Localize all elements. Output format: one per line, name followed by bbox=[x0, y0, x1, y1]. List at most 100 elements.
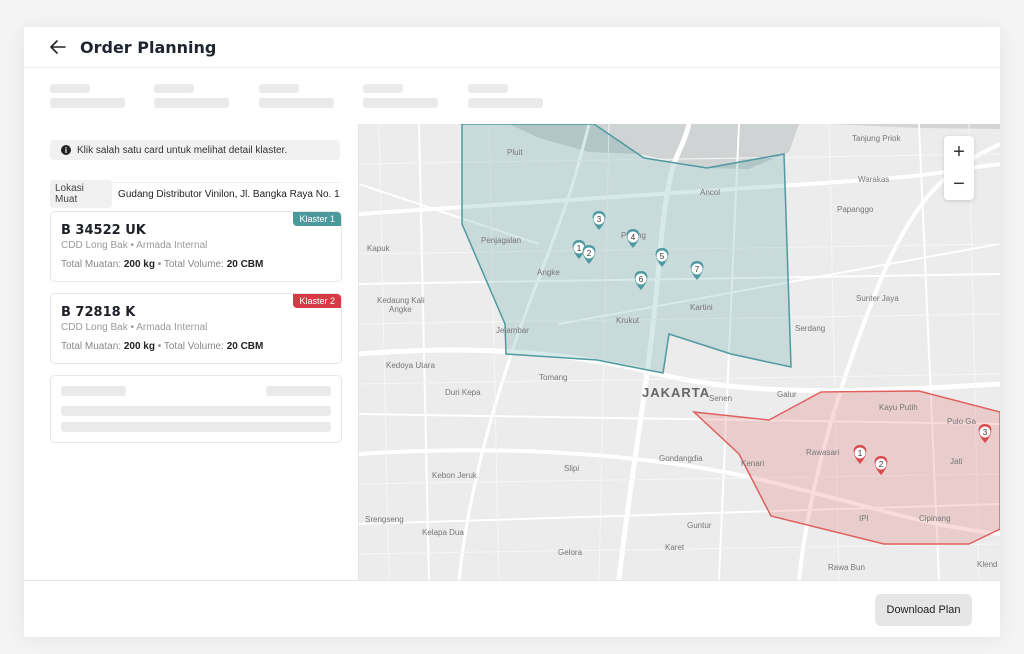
map-label: Gelora bbox=[558, 548, 583, 557]
skeleton-value bbox=[259, 98, 334, 108]
location-value: Gudang Distributor Vinilon, Jl. Bangka R… bbox=[118, 188, 340, 200]
stats-skeleton bbox=[24, 68, 1000, 125]
total-muatan-label: Total Muatan: bbox=[61, 259, 122, 270]
map-label: Jati bbox=[950, 457, 963, 466]
zoom-control: + − bbox=[944, 136, 974, 200]
marker-number: 5 bbox=[660, 252, 665, 261]
vehicle-plate: B 72818 K bbox=[61, 305, 136, 320]
map-label: Kartini bbox=[690, 303, 713, 312]
skeleton-label bbox=[468, 84, 508, 93]
map-label: Guntur bbox=[687, 521, 712, 530]
cluster-card-1[interactable]: B 34522 UK CDD Long Bak • Armada Interna… bbox=[50, 211, 342, 282]
info-text: Klik salah satu card untuk melihat detai… bbox=[77, 144, 288, 156]
cluster-card-2[interactable]: B 72818 K CDD Long Bak • Armada Internal… bbox=[50, 293, 342, 364]
total-volume-value: 20 CBM bbox=[226, 341, 264, 352]
skeleton-line bbox=[266, 386, 331, 396]
map-label: Jelambar bbox=[496, 326, 529, 335]
map-label: Kedoya Utara bbox=[386, 361, 435, 370]
skeleton-label bbox=[363, 84, 403, 93]
total-volume-value: 20 CBM bbox=[226, 259, 264, 270]
cluster-sidebar: i Klik salah satu card untuk melihat det… bbox=[24, 124, 359, 580]
load-summary: Total Muatan: 200 kg • Total Volume: 20 … bbox=[61, 259, 263, 270]
total-muatan-value: 200 kg bbox=[123, 259, 155, 270]
map-canvas[interactable]: Tanjung Priok Pluit Warakas Ancol Papang… bbox=[359, 124, 1000, 580]
total-volume-label: Total Volume: bbox=[163, 259, 224, 270]
map-label: Srengseng bbox=[365, 515, 404, 524]
marker-number: 3 bbox=[983, 428, 988, 437]
map-label: Senen bbox=[709, 394, 732, 403]
map-label: Rawa Bun bbox=[828, 563, 865, 572]
skeleton-value bbox=[154, 98, 229, 108]
skeleton-line bbox=[61, 422, 331, 432]
download-plan-button[interactable]: Download Plan bbox=[875, 594, 972, 626]
loading-location: Lokasi Muat Gudang Distributor Vinilon, … bbox=[50, 180, 340, 208]
map-label: Klend bbox=[977, 560, 997, 569]
map-label: Karet bbox=[665, 543, 685, 552]
skeleton-card bbox=[50, 375, 342, 443]
marker-number: 1 bbox=[858, 449, 863, 458]
map-label: Kayu Putih bbox=[879, 403, 918, 412]
page-title: Order Planning bbox=[80, 37, 217, 57]
map-label: Angke bbox=[537, 268, 560, 277]
marker-number: 1 bbox=[577, 244, 582, 253]
skeleton-label bbox=[50, 84, 90, 93]
zoom-out-button[interactable]: − bbox=[944, 168, 974, 200]
vehicle-type: CDD Long Bak • Armada Internal bbox=[61, 240, 208, 251]
cluster-1-area bbox=[461, 124, 792, 374]
map-label: Rawasari bbox=[806, 448, 840, 457]
map-label: Galur bbox=[777, 390, 797, 399]
map-label: Duri Kepa bbox=[445, 388, 481, 397]
map-label: Warakas bbox=[858, 175, 889, 184]
cluster-2-area bbox=[691, 390, 1000, 545]
map-label: Sunter Jaya bbox=[856, 294, 899, 303]
info-banner: i Klik salah satu card untuk melihat det… bbox=[50, 140, 340, 160]
cluster-badge: Klaster 2 bbox=[293, 294, 341, 308]
skeleton-line bbox=[61, 406, 331, 416]
map-label: Ancol bbox=[700, 188, 720, 197]
map-label: Kedaung Kali bbox=[377, 296, 425, 305]
skeleton-line bbox=[61, 386, 126, 396]
info-icon: i bbox=[61, 145, 71, 155]
map-label: Kapuk bbox=[367, 244, 391, 253]
total-muatan-value: 200 kg bbox=[123, 341, 155, 352]
map-label: Papanggo bbox=[837, 205, 874, 214]
map-label: Gondangdia bbox=[659, 454, 703, 463]
map-label: Tanjung Priok bbox=[852, 134, 901, 143]
app-window: Order Planning i Klik salah satu card un… bbox=[24, 27, 1000, 637]
map-label: Kelapa Dua bbox=[422, 528, 464, 537]
marker-number: 2 bbox=[587, 249, 592, 258]
skeleton-value bbox=[50, 98, 125, 108]
map-label: Slipi bbox=[564, 464, 579, 473]
map-label: Pulo Ga bbox=[947, 417, 976, 426]
marker-number: 7 bbox=[695, 265, 700, 274]
load-summary: Total Muatan: 200 kg • Total Volume: 20 … bbox=[61, 341, 263, 352]
map-label: Kenari bbox=[741, 459, 764, 468]
map-label: Krukut bbox=[616, 316, 640, 325]
map-label: Pluit bbox=[507, 148, 523, 157]
map-label: Serdang bbox=[795, 324, 825, 333]
page-header: Order Planning bbox=[24, 27, 1000, 68]
vehicle-plate: B 34522 UK bbox=[61, 223, 146, 238]
map-label: Cipinang bbox=[919, 514, 951, 523]
city-label: JAKARTA bbox=[642, 385, 710, 400]
map-label: Kebon Jeruk bbox=[432, 471, 478, 480]
map-label: Angke bbox=[389, 305, 412, 314]
total-volume-label: Total Volume: bbox=[163, 341, 224, 352]
cluster-badge: Klaster 1 bbox=[293, 212, 341, 226]
map-label: IPI bbox=[859, 514, 869, 523]
skeleton-label bbox=[259, 84, 299, 93]
zoom-in-button[interactable]: + bbox=[944, 136, 974, 168]
total-muatan-label: Total Muatan: bbox=[61, 341, 122, 352]
marker-number: 6 bbox=[639, 275, 644, 284]
map-label: Penjagalan bbox=[481, 236, 521, 245]
skeleton-label bbox=[154, 84, 194, 93]
location-label: Lokasi Muat bbox=[50, 180, 113, 208]
marker-number: 4 bbox=[631, 233, 636, 242]
marker-number: 2 bbox=[879, 460, 884, 469]
map-label: Tomang bbox=[539, 373, 567, 382]
page-footer: Download Plan bbox=[24, 580, 1000, 637]
cluster-map[interactable]: Tanjung Priok Pluit Warakas Ancol Papang… bbox=[359, 124, 1000, 580]
skeleton-value bbox=[468, 98, 543, 108]
arrow-left-icon[interactable] bbox=[48, 37, 68, 57]
skeleton-value bbox=[363, 98, 438, 108]
